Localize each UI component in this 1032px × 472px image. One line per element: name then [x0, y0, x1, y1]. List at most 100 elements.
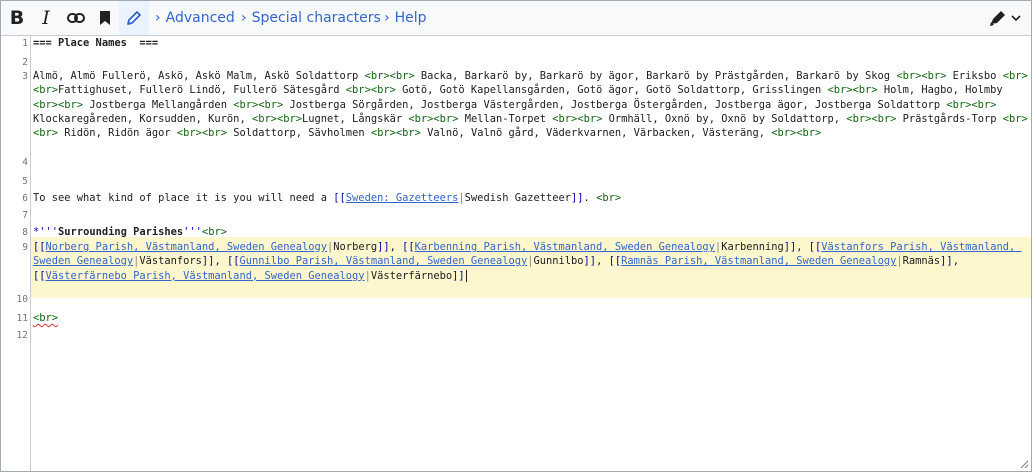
br-tag: <br> [946, 98, 972, 111]
code-line-surrounding-heading: *'''Surrounding Parishes'''<br> [33, 225, 1028, 239]
place-names-text: Ridön, Ridön ägor [58, 127, 177, 140]
parish-link-target[interactable]: Ramnäs Parish, Västmanland, Sweden Genea… [621, 255, 896, 267]
parish-link-target[interactable]: Karbenning Parish, Västmanland, Sweden G… [415, 241, 715, 253]
br-tag: <br> [201, 226, 227, 238]
help-label: Help [394, 10, 427, 26]
place-names-text: Almö, Almö Fullerö, Askö, Askö Malm, Ask… [33, 70, 365, 82]
special-characters-menu[interactable]: › Special characters [241, 1, 381, 35]
link-close: ]] [583, 255, 597, 268]
link-open: [[ [226, 255, 240, 268]
help-menu[interactable]: › Help [384, 1, 427, 35]
wikitext-editor: B I › Advanced › Special characters › He… [0, 0, 1032, 472]
br-tag: <br> [1002, 70, 1028, 82]
editing-mode-dropdown[interactable] [983, 1, 1025, 35]
br-tag: <br> [796, 127, 822, 140]
gazetteer-link-target[interactable]: Sweden: Gazetteers [346, 192, 459, 204]
place-names-text: Holm, Hagbo, Holmby [877, 84, 1009, 97]
br-tag: <br> [921, 70, 947, 82]
resize-handle-icon[interactable] [1019, 459, 1029, 469]
insert-media-button[interactable] [91, 1, 119, 35]
place-names-text: Lugnet, Långskär [302, 112, 409, 125]
place-names-text: Backa, Barkarö by, Barkarö by ägor, Bark… [414, 70, 897, 82]
separator: , [796, 241, 809, 253]
text-cursor [465, 269, 467, 282]
br-tag: <br> [827, 84, 853, 97]
br-tag: <br> [433, 112, 459, 125]
link-close: ]] [377, 241, 390, 253]
parish-link-target[interactable]: Västerfärnebo Parish, Västmanland, Swede… [46, 270, 365, 282]
br-tag: <br> [1002, 112, 1028, 125]
signature-button[interactable] [119, 1, 149, 35]
gazetteer-text-end: . [583, 192, 597, 204]
link-close: ]] [783, 241, 797, 253]
br-tag: <br> [771, 127, 797, 140]
br-tag: <br> [364, 70, 390, 82]
br-tag: <br> [871, 112, 897, 125]
bold-ticks-close: ''' [183, 226, 202, 238]
advanced-menu[interactable]: › Advanced [155, 1, 235, 35]
br-tag: <br> [408, 112, 434, 125]
separator: , [596, 255, 609, 268]
advanced-label: Advanced [165, 10, 235, 26]
bold-button[interactable]: B [3, 1, 31, 35]
place-names-text: Jostberga Sörgården, Jostberga Västergår… [283, 98, 947, 111]
br-tag: <br> [846, 112, 872, 125]
link-close: ]] [940, 255, 953, 268]
br-tag: <br> [370, 127, 396, 140]
parish-link-label: Ramnäs [902, 255, 941, 268]
chevron-right-icon: › [155, 10, 161, 26]
br-tag: <br> [33, 312, 59, 324]
italic-button[interactable]: I [33, 1, 59, 35]
chevron-right-icon: › [384, 10, 390, 26]
parish-link-label: Västanfors [139, 255, 202, 268]
line-number: 8 [22, 227, 28, 238]
bold-ticks-open: ''' [39, 226, 59, 238]
code-line-place-names: Almö, Almö Fullerö, Askö, Askö Malm, Ask… [33, 69, 1028, 140]
br-tag: <br> [251, 112, 277, 125]
link-open: [[ [33, 241, 46, 253]
br-tag: <br> [58, 98, 84, 111]
place-names-text: Ormhäll, Oxnö by, Oxnö by Soldattorp, [602, 112, 847, 125]
pencil-icon [127, 11, 141, 25]
line-number: 7 [22, 210, 28, 221]
parish-link-label: Västerfärnebo [370, 269, 453, 282]
special-characters-label: Special characters [251, 10, 381, 26]
br-tag: <br> [852, 84, 878, 97]
parish-link-label: Karbenning [721, 241, 784, 253]
surrounding-parishes-heading: Surrounding Parishes [58, 226, 184, 238]
link-button[interactable] [61, 1, 91, 35]
parish-link-label: Norberg [333, 241, 378, 253]
code-area[interactable]: 1 2 3 4 5 6 7 8 9 10 11 12 === Place Nam… [1, 36, 1031, 471]
br-tag: <br> [258, 98, 284, 111]
line-number: 11 [16, 313, 28, 324]
link-icon [67, 13, 85, 23]
code-line-parish-links: [[Norberg Parish, Västmanland, Sweden Ge… [33, 240, 1028, 283]
chevron-down-icon [1010, 15, 1021, 22]
place-names-text: Soldattorp, Sävholmen [226, 127, 371, 140]
highlighter-icon [989, 11, 1005, 26]
place-names-text: Jostberga Mellangården [83, 98, 234, 111]
line-number: 1 [22, 38, 28, 49]
bookmark-icon [100, 11, 110, 25]
separator: , [389, 241, 403, 253]
parish-link-target[interactable]: Gunnilbo Parish, Västmanland, Sweden Gen… [239, 255, 527, 267]
line-number: 2 [22, 57, 28, 68]
separator: , [952, 255, 966, 268]
br-tag: <br> [276, 112, 303, 125]
link-close: ]] [452, 269, 465, 282]
link-open: [[ [608, 255, 622, 268]
br-tag: <br> [896, 70, 922, 82]
br-tag: <br> [233, 98, 259, 111]
gazetteer-text: To see what kind of place it is you will… [33, 192, 334, 204]
parish-link-label: Gunnilbo [533, 255, 584, 268]
code-line-gazetteer: To see what kind of place it is you will… [33, 191, 1028, 205]
br-tag: <br> [596, 192, 622, 204]
place-names-text: Valnö, Valnö gård, Väderkvarnen, Värback… [420, 127, 772, 140]
br-tag: <br> [395, 127, 421, 140]
br-tag: <br> [345, 84, 371, 97]
code-line-heading: === Place Names === [33, 37, 159, 49]
line-number: 6 [22, 193, 28, 204]
parish-link-target[interactable]: Norberg Parish, Västmanland, Sweden Gene… [46, 241, 328, 253]
gazetteer-link-label: Swedish Gazetteer [464, 192, 572, 204]
chevron-right-icon: › [241, 10, 247, 26]
